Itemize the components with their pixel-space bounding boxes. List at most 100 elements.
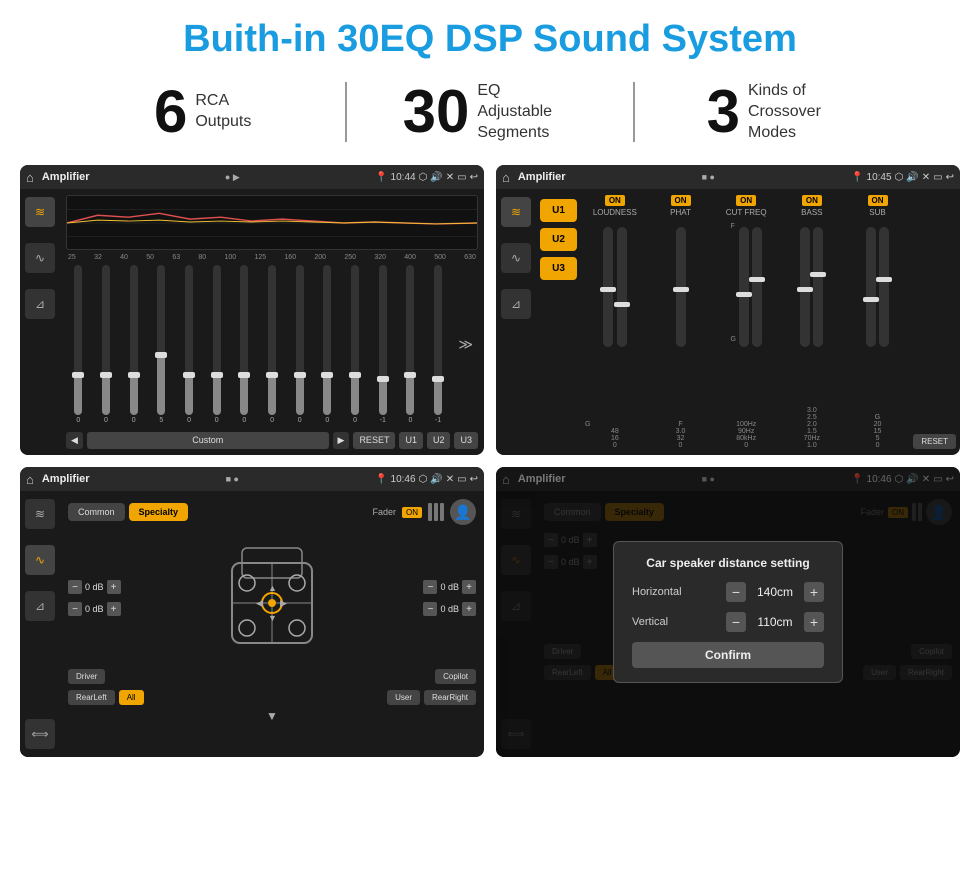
eq-icon-sound[interactable]: ⊿ [25,289,55,319]
user-btn[interactable]: User [387,690,420,705]
tab-row: Common Specialty Fader ON 👤 [68,499,476,525]
eq-slider-9[interactable]: 0 [287,265,312,424]
amp-icon-wave[interactable]: ∿ [501,243,531,273]
bass-on[interactable]: ON [802,195,822,206]
tab-common[interactable]: Common [68,503,125,521]
eq-u1-btn[interactable]: U1 [399,432,423,449]
copilot-btn[interactable]: Copilot [435,669,476,684]
u1-btn[interactable]: U1 [540,199,577,222]
eq-slider-14[interactable]: -1 [426,265,451,424]
sub-slider-2[interactable] [879,227,889,347]
all-btn[interactable]: All [119,690,144,705]
eq-u3-btn[interactable]: U3 [454,432,478,449]
amp-reset-btn[interactable]: RESET [913,434,956,449]
eq-slider-11[interactable]: 0 [343,265,368,424]
eq-u2-btn[interactable]: U2 [427,432,451,449]
ch-icon-wave[interactable]: ∿ [25,545,55,575]
eq-mode-btn[interactable]: Custom [87,432,329,449]
db-plus-bl[interactable]: + [107,602,121,616]
home-icon-3[interactable]: ⌂ [26,472,34,487]
bass-slider-2[interactable] [813,227,823,347]
vertical-plus-btn[interactable]: + [804,612,824,632]
phat-slider[interactable] [676,227,686,347]
u3-btn[interactable]: U3 [540,257,577,280]
eq-slider-7[interactable]: 0 [232,265,257,424]
horizontal-minus-btn[interactable]: − [726,582,746,602]
db-control-bl: − 0 dB + [68,602,121,616]
amp-left-icons: ≋ ∿ ⊿ [496,189,536,455]
db-minus-tr[interactable]: − [423,580,437,594]
back-icon-3[interactable]: ↩ [470,474,478,485]
eq-slider-13[interactable]: 0 [398,265,423,424]
sub-slider-1[interactable] [866,227,876,347]
screen1-status-bar: ⌂ Amplifier ● ▶ 📍 10:44 ⬡ 🔊 ✕ ▭ ↩ [20,165,484,189]
scroll-down-arrow[interactable]: ▼ [68,707,476,725]
eq-prev-btn[interactable]: ◀ [66,432,83,449]
db-plus-br[interactable]: + [462,602,476,616]
u2-btn[interactable]: U2 [540,228,577,251]
fader-on-badge[interactable]: ON [402,507,422,518]
eq-next-btn[interactable]: ▶ [333,432,350,449]
sub-on[interactable]: ON [868,195,888,206]
phat-on[interactable]: ON [671,195,691,206]
car-diagram: ▲ ▼ ◀ ▶ [127,533,418,663]
eq-slider-3[interactable]: 0 [121,265,146,424]
cutfreq-slider-2[interactable] [752,227,762,347]
loudness-slider-1[interactable] [603,227,613,347]
ch-icon-sound[interactable]: ⊿ [25,591,55,621]
eq-slider-8[interactable]: 0 [260,265,285,424]
rearleft-btn[interactable]: RearLeft [68,690,115,705]
eq-slider-12[interactable]: -1 [370,265,395,424]
speaker-layout: − 0 dB + − 0 dB + [68,533,476,663]
tab-specialty[interactable]: Specialty [129,503,189,521]
amp-icon-eq[interactable]: ≋ [501,197,531,227]
dialog-row-vertical: Vertical − 110cm + [632,612,824,632]
db-minus-br[interactable]: − [423,602,437,616]
back-icon[interactable]: ↩ [470,172,478,183]
eq-icon-eq[interactable]: ≋ [25,197,55,227]
eq-slider-6[interactable]: 0 [204,265,229,424]
driver-btn[interactable]: Driver [68,669,105,684]
eq-icon-wave[interactable]: ∿ [25,243,55,273]
db-plus-tl[interactable]: + [107,580,121,594]
ch-icon-arrows[interactable]: ⟺ [25,719,55,749]
db-minus-bl[interactable]: − [68,602,82,616]
eq-freq-labels: 25 32 40 50 63 80 100 125 160 200 250 32… [66,254,478,261]
cutfreq-g: G [730,336,735,343]
eq-slider-5[interactable]: 0 [177,265,202,424]
db-minus-tl[interactable]: − [68,580,82,594]
home-icon-2[interactable]: ⌂ [502,170,510,185]
bass-slider-1[interactable] [800,227,810,347]
close-icon-3: ✕ [446,474,454,485]
cutfreq-slider-1[interactable] [739,227,749,347]
loudness-slider-2[interactable] [617,227,627,347]
loudness-on[interactable]: ON [605,195,625,206]
profile-icon[interactable]: 👤 [450,499,476,525]
eq-graph [66,195,478,250]
volume-icon-3: 🔊 [430,474,442,485]
horizontal-label: Horizontal [632,586,697,598]
rearright-btn[interactable]: RearRight [424,690,476,705]
eq-expand[interactable]: ≫ [453,265,478,424]
window-icon-3: ▭ [457,474,466,485]
home-icon[interactable]: ⌂ [26,170,34,185]
vertical-minus-btn[interactable]: − [726,612,746,632]
db-plus-tr[interactable]: + [462,580,476,594]
confirm-button[interactable]: Confirm [632,642,824,668]
eq-slider-1[interactable]: 0 [66,265,91,424]
ch-icon-eq[interactable]: ≋ [25,499,55,529]
horizontal-plus-btn[interactable]: + [804,582,824,602]
eq-slider-10[interactable]: 0 [315,265,340,424]
phat-freq: 3.0 [676,428,686,435]
page-title: Buith-in 30EQ DSP Sound System [0,0,980,71]
back-icon-2[interactable]: ↩ [946,172,954,183]
pin-icon-2: 📍 [851,172,863,183]
cutfreq-on[interactable]: ON [736,195,756,206]
screen2-time: 10:45 [867,172,892,183]
window-icon: ▭ [457,172,466,183]
amp-icon-sound[interactable]: ⊿ [501,289,531,319]
eq-reset-btn[interactable]: RESET [353,432,395,449]
eq-slider-2[interactable]: 0 [94,265,119,424]
eq-slider-4[interactable]: 5 [149,265,174,424]
svg-text:▲: ▲ [268,583,277,593]
